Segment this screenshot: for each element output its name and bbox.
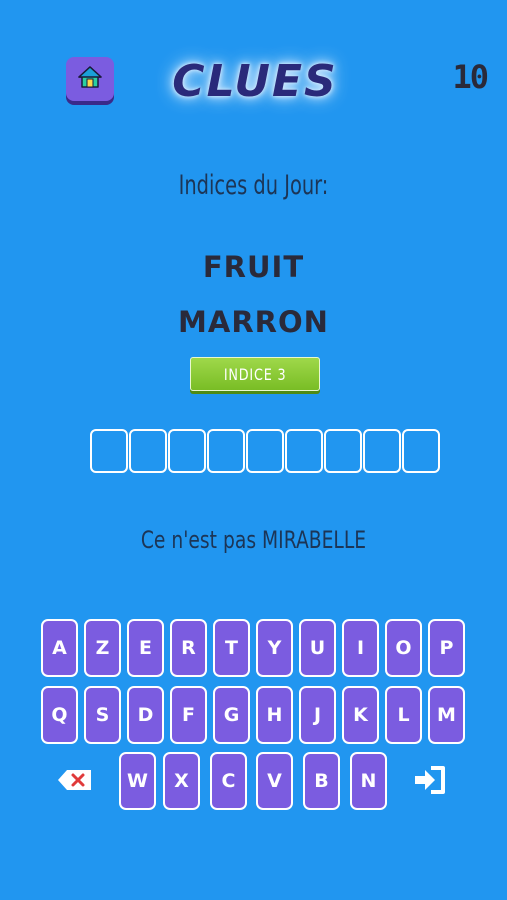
key-i[interactable]: I [342, 619, 379, 677]
key-d[interactable]: D [127, 686, 164, 744]
logo-text: CLUES [172, 55, 338, 107]
key-t[interactable]: T [213, 619, 250, 677]
key-b[interactable]: B [303, 752, 340, 810]
key-l[interactable]: L [385, 686, 422, 744]
key-j[interactable]: J [299, 686, 336, 744]
answer-slot[interactable] [90, 429, 128, 473]
key-s[interactable]: S [84, 686, 121, 744]
key-g[interactable]: G [213, 686, 250, 744]
key-r[interactable]: R [170, 619, 207, 677]
backspace-button[interactable] [55, 762, 95, 802]
key-a[interactable]: A [41, 619, 78, 677]
key-e[interactable]: E [127, 619, 164, 677]
answer-slot[interactable] [324, 429, 362, 473]
submit-icon [413, 765, 447, 799]
answer-slot[interactable] [207, 429, 245, 473]
key-o[interactable]: O [385, 619, 422, 677]
key-f[interactable]: F [170, 686, 207, 744]
backspace-icon [57, 768, 93, 796]
app-logo: CLUES [150, 52, 360, 110]
key-h[interactable]: H [256, 686, 293, 744]
answer-slots [90, 429, 440, 473]
answer-slot[interactable] [246, 429, 284, 473]
key-c[interactable]: C [210, 752, 247, 810]
key-p[interactable]: P [428, 619, 465, 677]
key-q[interactable]: Q [41, 686, 78, 744]
key-y[interactable]: Y [256, 619, 293, 677]
key-m[interactable]: M [428, 686, 465, 744]
answer-slot[interactable] [168, 429, 206, 473]
key-v[interactable]: V [256, 752, 293, 810]
home-button[interactable] [66, 57, 114, 101]
feedback-message: Ce n'est pas MIRABELLE [140, 526, 367, 554]
clues-heading: Indices du Jour: [178, 170, 329, 201]
answer-slot[interactable] [129, 429, 167, 473]
score-counter: 10 [452, 58, 489, 96]
clue-2: MARRON [178, 305, 329, 339]
key-u[interactable]: U [299, 619, 336, 677]
key-k[interactable]: K [342, 686, 379, 744]
hint-button[interactable]: INDICE 3 [190, 357, 320, 391]
home-icon [77, 65, 103, 93]
key-w[interactable]: W [119, 752, 156, 810]
submit-button[interactable] [410, 762, 450, 802]
key-x[interactable]: X [163, 752, 200, 810]
key-n[interactable]: N [350, 752, 387, 810]
key-z[interactable]: Z [84, 619, 121, 677]
answer-slot[interactable] [285, 429, 323, 473]
clue-1: FRUIT [202, 250, 305, 284]
hint-button-label: INDICE 3 [223, 364, 287, 384]
answer-slot[interactable] [402, 429, 440, 473]
answer-slot[interactable] [363, 429, 401, 473]
